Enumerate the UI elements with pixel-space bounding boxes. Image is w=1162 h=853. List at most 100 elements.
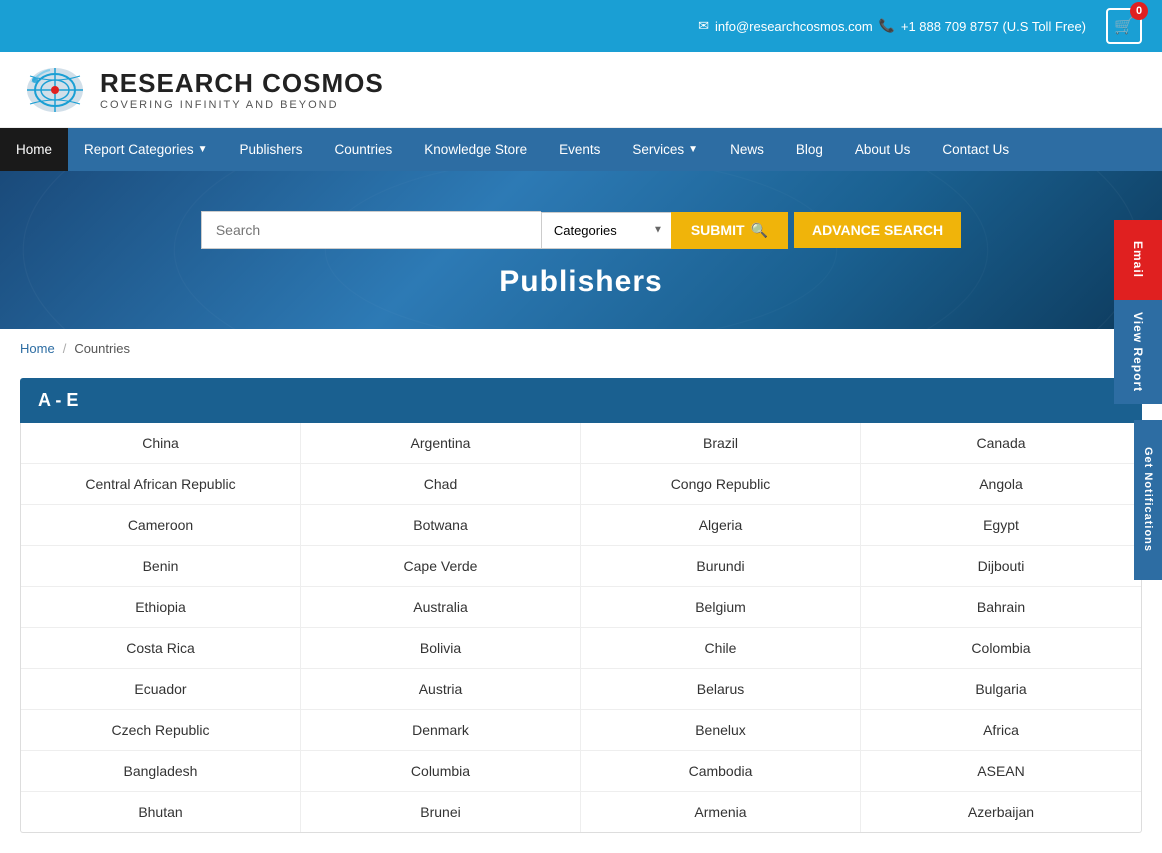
table-row: BeninCape VerdeBurundiDijbouti: [21, 546, 1141, 587]
nav-countries[interactable]: Countries: [319, 128, 409, 171]
country-cell[interactable]: Benin: [21, 546, 301, 586]
nav-contact-us[interactable]: Contact Us: [926, 128, 1025, 171]
notifications-tab[interactable]: Get Notifications: [1134, 420, 1162, 580]
country-cell[interactable]: Brunei: [301, 792, 581, 832]
table-row: Central African RepublicChadCongo Republ…: [21, 464, 1141, 505]
country-cell[interactable]: Chile: [581, 628, 861, 668]
country-cell[interactable]: Bolivia: [301, 628, 581, 668]
table-row: EthiopiaAustraliaBelgiumBahrain: [21, 587, 1141, 628]
country-cell[interactable]: Congo Republic: [581, 464, 861, 504]
table-row: BhutanBruneiArmeniaAzerbaijan: [21, 792, 1141, 832]
country-cell[interactable]: Cameroon: [21, 505, 301, 545]
nav-events[interactable]: Events: [543, 128, 616, 171]
country-cell[interactable]: Bhutan: [21, 792, 301, 832]
country-cell[interactable]: Benelux: [581, 710, 861, 750]
main-content: A - E ChinaArgentinaBrazilCanadaCentral …: [0, 368, 1162, 853]
country-cell[interactable]: Central African Republic: [21, 464, 301, 504]
dropdown-arrow: ▼: [198, 144, 208, 155]
cart-icon: 🛒: [1114, 16, 1134, 36]
cart-badge: 0: [1130, 2, 1148, 20]
logo[interactable]: RESEARCH COSMOS COVERING INFINITY AND BE…: [20, 62, 384, 117]
category-select-wrap: Categories Healthcare Technology Finance…: [541, 212, 671, 249]
email-address: info@researchcosmos.com: [715, 19, 873, 34]
country-cell[interactable]: ASEAN: [861, 751, 1141, 791]
nav-report-categories[interactable]: Report Categories ▼: [68, 128, 223, 171]
table-row: Costa RicaBoliviaChileColombia: [21, 628, 1141, 669]
country-cell[interactable]: Algeria: [581, 505, 861, 545]
country-cell[interactable]: Columbia: [301, 751, 581, 791]
country-cell[interactable]: Botwana: [301, 505, 581, 545]
country-cell[interactable]: Azerbaijan: [861, 792, 1141, 832]
advance-search-button[interactable]: ADVANCE SEARCH: [794, 212, 961, 248]
country-cell[interactable]: Belgium: [581, 587, 861, 627]
countries-table: ChinaArgentinaBrazilCanadaCentral Africa…: [20, 423, 1142, 833]
nav-news[interactable]: News: [714, 128, 780, 171]
country-cell[interactable]: Colombia: [861, 628, 1141, 668]
search-icon: 🔍: [751, 222, 768, 239]
search-input[interactable]: [201, 211, 541, 249]
country-cell[interactable]: Canada: [861, 423, 1141, 463]
top-bar: ✉ info@researchcosmos.com 📞 +1 888 709 8…: [0, 0, 1162, 52]
submit-button[interactable]: SUBMIT 🔍: [671, 212, 788, 249]
country-cell[interactable]: Ecuador: [21, 669, 301, 709]
country-cell[interactable]: Costa Rica: [21, 628, 301, 668]
brand-title: RESEARCH COSMOS: [100, 68, 384, 99]
logo-icon: [20, 62, 90, 117]
nav-home[interactable]: Home: [0, 128, 68, 171]
country-cell[interactable]: Belarus: [581, 669, 861, 709]
country-cell[interactable]: Dijbouti: [861, 546, 1141, 586]
country-cell[interactable]: Czech Republic: [21, 710, 301, 750]
country-cell[interactable]: Ethiopia: [21, 587, 301, 627]
breadcrumb: Home / Countries: [0, 329, 1162, 368]
nav-services[interactable]: Services ▼: [616, 128, 714, 171]
header: RESEARCH COSMOS COVERING INFINITY AND BE…: [0, 52, 1162, 128]
country-cell[interactable]: China: [21, 423, 301, 463]
right-sidebar: Email View Report: [1114, 220, 1162, 404]
logo-text: RESEARCH COSMOS COVERING INFINITY AND BE…: [100, 68, 384, 111]
country-cell[interactable]: Armenia: [581, 792, 861, 832]
nav-publishers[interactable]: Publishers: [223, 128, 318, 171]
country-cell[interactable]: Brazil: [581, 423, 861, 463]
table-row: EcuadorAustriaBelarusBulgaria: [21, 669, 1141, 710]
country-cell[interactable]: Bahrain: [861, 587, 1141, 627]
nav-about-us[interactable]: About Us: [839, 128, 927, 171]
contact-info: ✉ info@researchcosmos.com 📞 +1 888 709 8…: [698, 18, 1086, 34]
nav-knowledge-store[interactable]: Knowledge Store: [408, 128, 543, 171]
country-cell[interactable]: Cambodia: [581, 751, 861, 791]
breadcrumb-current: Countries: [74, 341, 130, 356]
email-sidebar-btn[interactable]: Email: [1114, 220, 1162, 300]
table-row: CameroonBotwanaAlgeriaEgypt: [21, 505, 1141, 546]
phone-icon: 📞: [879, 18, 895, 34]
cart-button[interactable]: 0 🛒: [1106, 8, 1142, 44]
search-row: Categories Healthcare Technology Finance…: [201, 211, 961, 249]
main-nav: Home Report Categories ▼ Publishers Coun…: [0, 128, 1162, 171]
submit-label: SUBMIT: [691, 222, 745, 238]
country-cell[interactable]: Argentina: [301, 423, 581, 463]
country-cell[interactable]: Burundi: [581, 546, 861, 586]
country-cell[interactable]: Angola: [861, 464, 1141, 504]
services-arrow: ▼: [688, 144, 698, 155]
category-select[interactable]: Categories Healthcare Technology Finance…: [541, 212, 671, 249]
view-report-sidebar-btn[interactable]: View Report: [1114, 300, 1162, 404]
table-row: Czech RepublicDenmarkBeneluxAfrica: [21, 710, 1141, 751]
country-cell[interactable]: Denmark: [301, 710, 581, 750]
country-cell[interactable]: Bangladesh: [21, 751, 301, 791]
page-title: Publishers: [499, 265, 662, 299]
brand-subtitle: COVERING INFINITY AND BEYOND: [100, 99, 384, 111]
phone-number: +1 888 709 8757 (U.S Toll Free): [901, 19, 1086, 34]
country-cell[interactable]: Austria: [301, 669, 581, 709]
nav-blog[interactable]: Blog: [780, 128, 839, 171]
country-cell[interactable]: Chad: [301, 464, 581, 504]
table-row: ChinaArgentinaBrazilCanada: [21, 423, 1141, 464]
breadcrumb-separator: /: [63, 341, 67, 356]
country-cell[interactable]: Bulgaria: [861, 669, 1141, 709]
country-cell[interactable]: Africa: [861, 710, 1141, 750]
table-row: BangladeshColumbiaCambodiaASEAN: [21, 751, 1141, 792]
country-cell[interactable]: Australia: [301, 587, 581, 627]
section-a-e: A - E ChinaArgentinaBrazilCanadaCentral …: [20, 378, 1142, 833]
hero-banner: Categories Healthcare Technology Finance…: [0, 171, 1162, 329]
breadcrumb-home[interactable]: Home: [20, 341, 55, 356]
country-cell[interactable]: Egypt: [861, 505, 1141, 545]
country-cell[interactable]: Cape Verde: [301, 546, 581, 586]
section-header-a-e: A - E: [20, 378, 1142, 423]
